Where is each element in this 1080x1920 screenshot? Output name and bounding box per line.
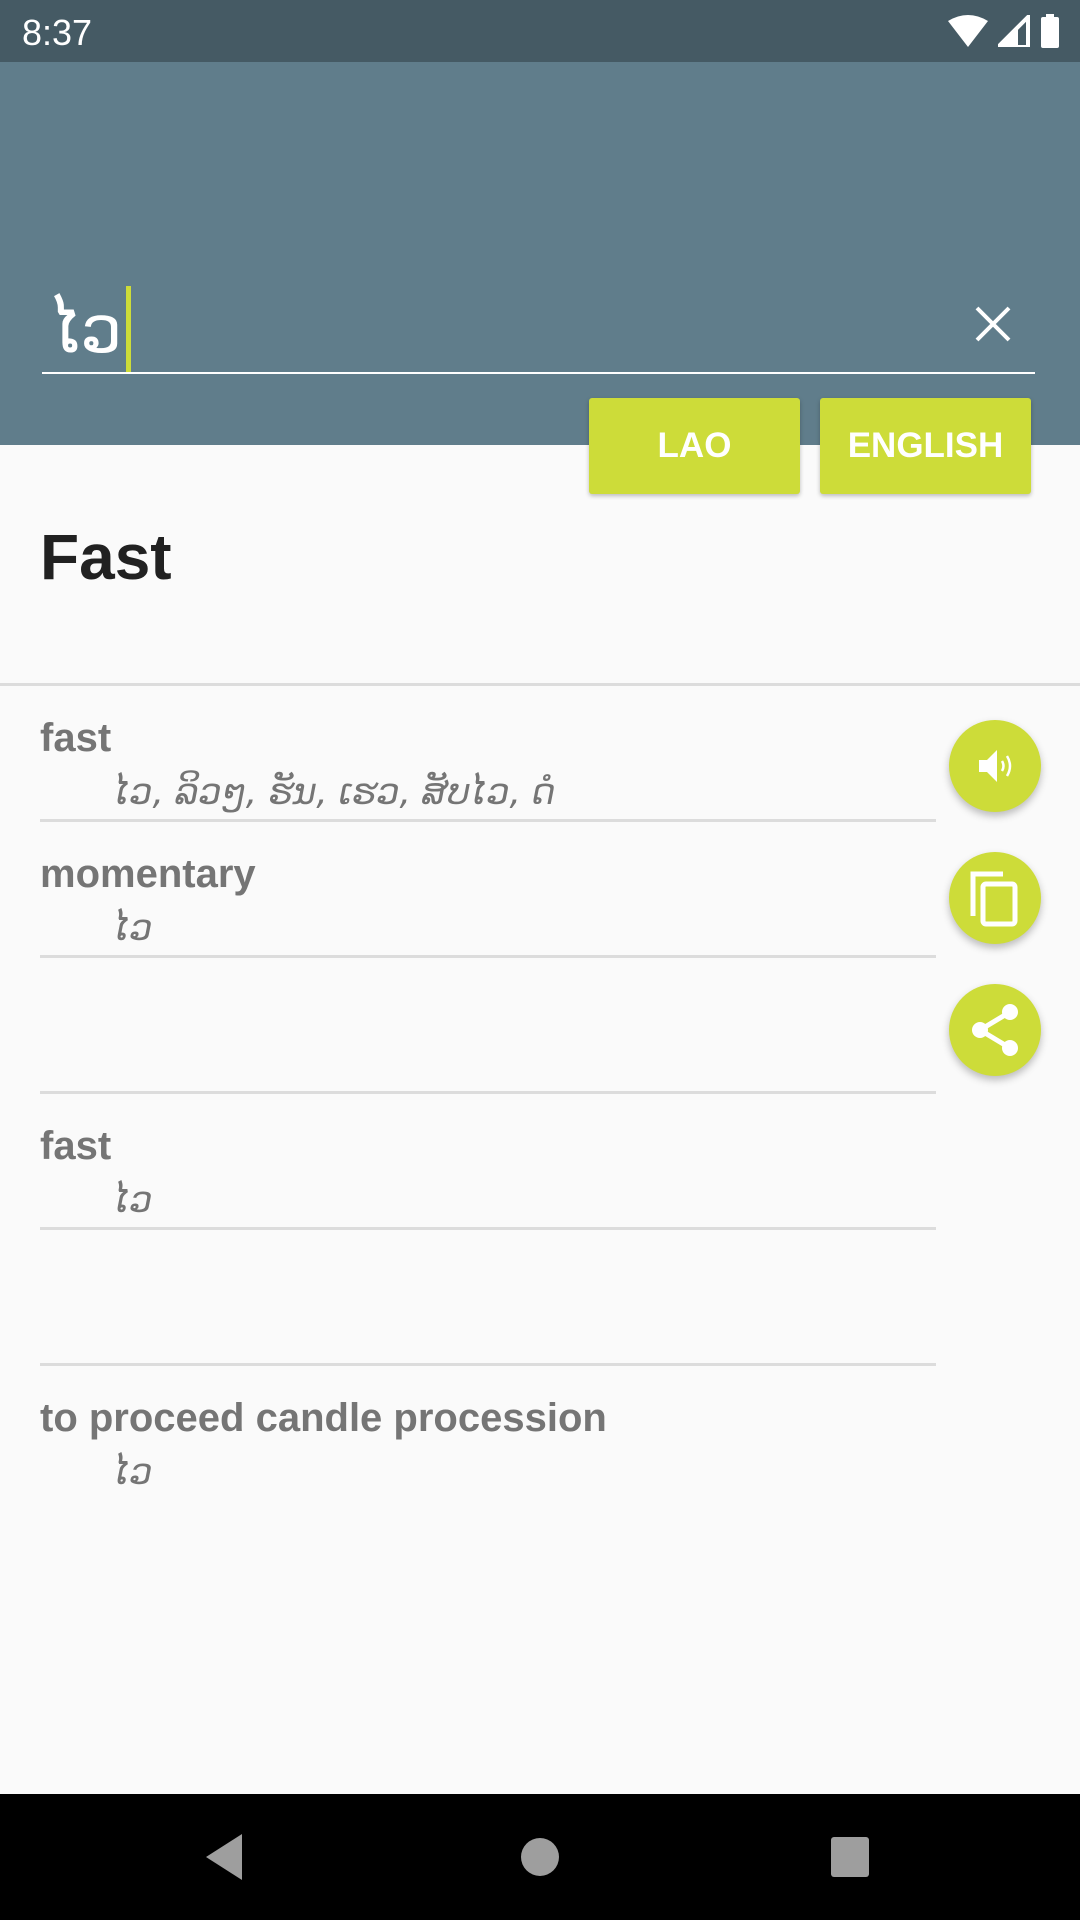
entry-word: fast	[40, 1124, 112, 1168]
entry-translation: ໄວ	[112, 1180, 153, 1221]
search-input-text: ໄວ	[48, 290, 123, 368]
target-language-button[interactable]: ENGLISH	[820, 398, 1031, 494]
navigation-bar	[0, 1794, 1080, 1920]
back-icon[interactable]	[204, 1834, 244, 1880]
search-input[interactable]: ໄວ	[48, 286, 132, 372]
result-title: Fast	[40, 521, 172, 593]
status-time: 8:37	[22, 12, 93, 53]
home-icon[interactable]	[520, 1834, 560, 1880]
entry-translation: ໄວ	[112, 1452, 153, 1493]
status-icons	[948, 14, 1060, 48]
wifi-icon	[948, 15, 988, 47]
copy-icon	[970, 871, 1018, 927]
list-item[interactable]: to proceed candle procession ໄວ	[40, 1366, 936, 1499]
entry-word: momentary	[40, 852, 256, 896]
entry-word: to proceed candle procession	[40, 1396, 607, 1440]
text-cursor	[126, 286, 132, 372]
list-item[interactable]: momentary ໄວ	[40, 822, 936, 958]
speaker-icon	[979, 750, 1012, 782]
list-item[interactable]: fast ໄວ	[40, 1094, 936, 1230]
share-button[interactable]	[949, 984, 1041, 1076]
speak-button[interactable]	[949, 720, 1041, 812]
entry-word: fast	[40, 716, 112, 760]
close-icon[interactable]	[973, 304, 1013, 344]
entry-translation: ໄວ	[112, 908, 153, 949]
status-bar: 8:37	[0, 0, 1080, 62]
copy-button[interactable]	[949, 852, 1041, 944]
app-header: ໄວ	[0, 62, 1080, 445]
share-icon	[972, 1004, 1018, 1056]
battery-icon	[1041, 14, 1059, 48]
list-item[interactable]: fast ໄວ, ລິວໆ, ຮັນ, ເຮວ, ສັບໄວ, ດໍ	[40, 686, 936, 822]
cellular-signal-icon	[998, 15, 1030, 47]
source-language-button[interactable]: LAO	[589, 398, 800, 494]
list-item[interactable]	[40, 1230, 936, 1366]
search-field[interactable]: ໄວ	[42, 272, 1035, 374]
entry-translation: ໄວ, ລິວໆ, ຮັນ, ເຮວ, ສັບໄວ, ດໍ	[112, 772, 556, 813]
recents-icon[interactable]	[830, 1834, 870, 1880]
entries-list: fast ໄວ, ລິວໆ, ຮັນ, ເຮວ, ສັບໄວ, ດໍ momen…	[40, 686, 936, 1499]
list-item[interactable]	[40, 958, 936, 1094]
